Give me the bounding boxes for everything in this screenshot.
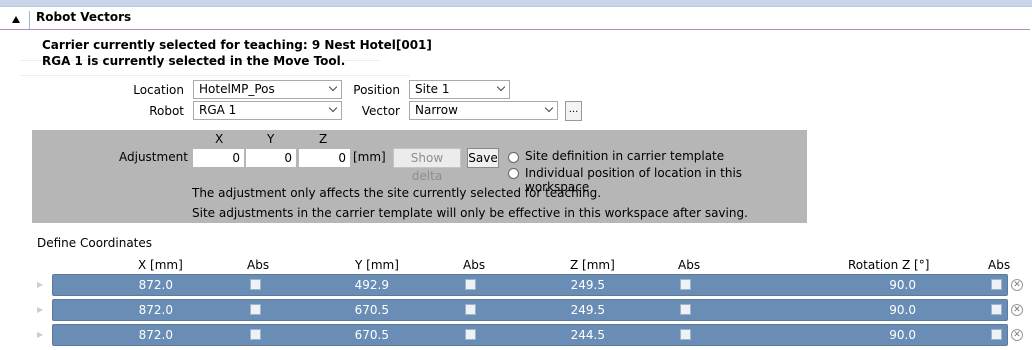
carrier-info: Carrier currently selected for teaching:… — [42, 38, 432, 52]
adjust-x-input[interactable]: 0 — [193, 149, 244, 167]
row-expand-arrow-icon[interactable]: ▶ — [37, 280, 43, 289]
chevron-down-icon — [544, 103, 554, 113]
checkbox-icon[interactable] — [991, 304, 1002, 315]
section-header[interactable]: Robot Vectors — [0, 7, 1030, 30]
vector-browse-button[interactable]: ... — [565, 101, 582, 121]
chevron-down-icon — [328, 82, 338, 92]
row-expand-arrow-icon[interactable]: ▶ — [37, 330, 43, 339]
cell-z: 244.5 — [570, 328, 605, 342]
position-value: Site 1 — [415, 82, 450, 96]
cell-rotation: 90.0 — [889, 328, 916, 342]
adjust-unit: [mm] — [353, 150, 386, 164]
col-header-abs-y: Abs — [463, 258, 486, 272]
cell-x: 872.0 — [138, 303, 173, 317]
col-header-abs-x: Abs — [247, 258, 270, 272]
adjustment-label: Adjustment — [119, 150, 188, 164]
window-top-strip — [0, 0, 1032, 7]
adjustment-note-1: The adjustment only affects the site cur… — [192, 186, 602, 200]
row-expand-arrow-icon[interactable]: ▶ — [37, 305, 43, 314]
col-header-x: X [mm] — [138, 258, 183, 272]
col-header-rotation: Rotation Z [°] — [848, 258, 930, 272]
location-value: HotelMP_Pos — [199, 82, 275, 96]
adjust-y-input[interactable]: 0 — [246, 149, 296, 167]
cell-rotation: 90.0 — [889, 303, 916, 317]
rga-info: RGA 1 is currently selected in the Move … — [42, 54, 346, 68]
checkbox-icon[interactable] — [680, 304, 691, 315]
delete-circle-icon[interactable]: ✕ — [1011, 304, 1023, 316]
col-header-abs-rot: Abs — [988, 258, 1011, 272]
chevron-down-icon — [328, 103, 338, 113]
col-header-z: Z [mm] — [570, 258, 615, 272]
cell-rotation: 90.0 — [889, 278, 916, 292]
section-title: Robot Vectors — [36, 10, 132, 24]
vector-value: Narrow — [415, 103, 458, 117]
cell-y: 492.9 — [354, 278, 389, 292]
radio-site-definition[interactable] — [508, 152, 519, 163]
cell-y: 670.5 — [354, 303, 389, 317]
adjustment-note-2: Site adjustments in the carrier template… — [192, 206, 748, 220]
delete-circle-icon[interactable]: ✕ — [1011, 329, 1023, 341]
checkbox-icon[interactable] — [465, 304, 476, 315]
checkbox-icon[interactable] — [465, 329, 476, 340]
cell-x: 872.0 — [138, 278, 173, 292]
checkbox-icon[interactable] — [250, 329, 261, 340]
vector-dropdown[interactable]: Narrow — [409, 101, 558, 120]
adjust-y-header: Y — [267, 132, 275, 146]
cell-x: 872.0 — [138, 328, 173, 342]
ghost-line — [20, 75, 410, 76]
adjust-x-header: X — [215, 132, 224, 146]
robot-value: RGA 1 — [199, 103, 237, 117]
coordinate-row[interactable]: 872.0 670.5 249.5 90.0 — [52, 299, 1008, 321]
collapse-triangle-icon[interactable] — [12, 16, 20, 23]
location-dropdown[interactable]: HotelMP_Pos — [193, 80, 342, 99]
cell-z: 249.5 — [570, 303, 605, 317]
vector-label: Vector — [361, 104, 400, 118]
cell-z: 249.5 — [570, 278, 605, 292]
position-dropdown[interactable]: Site 1 — [409, 80, 510, 99]
coordinate-row[interactable]: 872.0 670.5 244.5 90.0 — [52, 324, 1008, 346]
checkbox-icon[interactable] — [250, 279, 261, 290]
col-header-abs-z: Abs — [678, 258, 701, 272]
radio-site-definition-label: Site definition in carrier template — [525, 149, 725, 163]
checkbox-icon[interactable] — [680, 329, 691, 340]
checkbox-icon[interactable] — [465, 279, 476, 290]
robot-dropdown[interactable]: RGA 1 — [193, 101, 342, 120]
position-label: Position — [353, 83, 400, 97]
chevron-down-icon — [496, 82, 506, 92]
checkbox-icon[interactable] — [680, 279, 691, 290]
cell-y: 670.5 — [354, 328, 389, 342]
checkbox-icon[interactable] — [250, 304, 261, 315]
adjust-z-input[interactable]: 0 — [299, 149, 350, 167]
adjustment-panel: X Y Z Adjustment 0 0 0 [mm] Show delta S… — [32, 130, 807, 223]
save-button[interactable]: Save — [467, 148, 499, 168]
delete-circle-icon[interactable]: ✕ — [1011, 279, 1023, 291]
checkbox-icon[interactable] — [991, 329, 1002, 340]
adjust-z-header: Z — [319, 132, 328, 146]
robot-label: Robot — [149, 104, 184, 118]
location-label: Location — [133, 83, 184, 97]
define-coordinates-title: Define Coordinates — [37, 236, 153, 250]
col-header-y: Y [mm] — [355, 258, 399, 272]
radio-individual-position[interactable] — [508, 168, 519, 179]
header-divider — [29, 11, 30, 29]
coordinate-row[interactable]: 872.0 492.9 249.5 90.0 — [52, 274, 1008, 296]
show-delta-button[interactable]: Show delta — [393, 148, 461, 183]
checkbox-icon[interactable] — [991, 279, 1002, 290]
